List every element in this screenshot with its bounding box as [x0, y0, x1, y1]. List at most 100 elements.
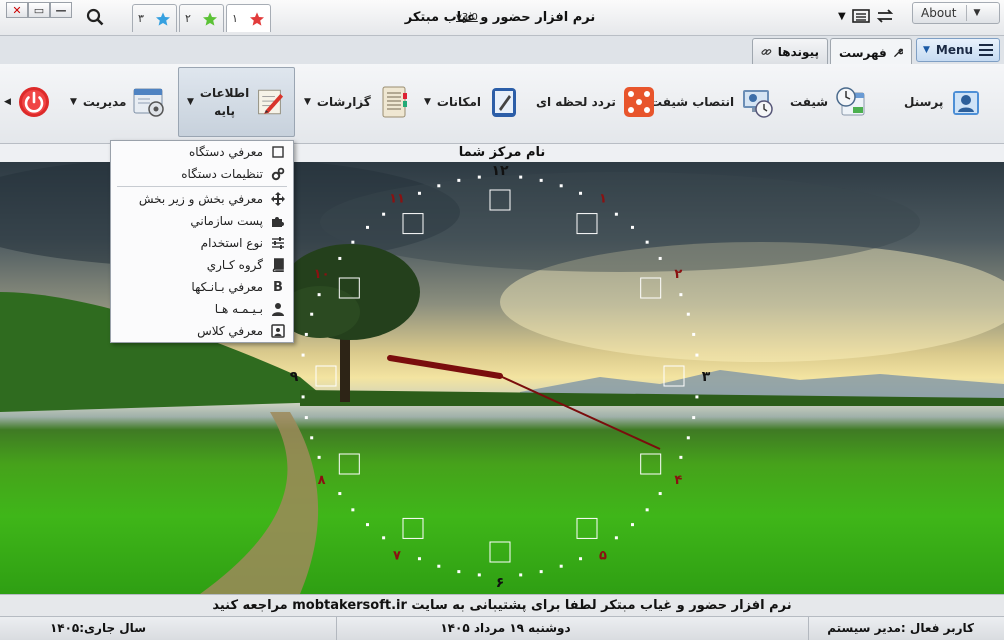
clock-numeral: ۹: [290, 369, 299, 385]
shift-button[interactable]: شیفت: [790, 64, 868, 140]
clock-numeral: ۱: [599, 192, 607, 207]
favorite-tab-number: ۱: [232, 12, 238, 25]
hour-box: [576, 517, 598, 539]
hour-box: [315, 365, 337, 387]
menu-item-class[interactable]: معرفي كلاس: [111, 320, 293, 342]
shift-label: شیفت: [790, 95, 829, 109]
minute-tick: [645, 508, 649, 512]
favorite-tab-3[interactable]: ۳: [132, 4, 177, 32]
favorite-tabs: ۳ ۲ ۱: [132, 4, 273, 32]
shift-assign-label: انتصاب شیفت: [650, 95, 735, 109]
minimize-button[interactable]: —: [50, 2, 72, 18]
about-label: About: [921, 6, 957, 20]
current-year-status: سال جاری:۱۴۰۵: [49, 621, 146, 635]
move-arrows-icon: [271, 192, 285, 206]
dice-icon: [623, 87, 654, 117]
menu-item-banks[interactable]: B معرفي بـانـكها: [111, 276, 293, 298]
close-button[interactable]: ✕: [6, 2, 28, 18]
minute-tick: [317, 455, 321, 459]
clock-numeral: ۵: [599, 548, 607, 563]
attendance-button[interactable]: تردد لحظه ای: [536, 64, 656, 140]
titlebar-tools: ▼: [838, 9, 894, 23]
tab-links-label: پیوندها: [777, 44, 819, 59]
minute-tick: [539, 178, 543, 182]
minute-tick: [539, 570, 543, 574]
link-icon: [761, 48, 772, 55]
minute-tick: [695, 395, 699, 399]
minute-tick: [457, 178, 461, 182]
menu-item-work-group[interactable]: گروه كـاري: [111, 254, 293, 276]
star-icon: [156, 11, 170, 26]
power-button[interactable]: ◀: [4, 64, 51, 140]
dropdown-caret-icon: ▼: [70, 97, 77, 107]
maximize-button[interactable]: ▭: [28, 2, 50, 18]
monitor-clock-icon: [743, 90, 773, 118]
window-controls: ✕ ▭ —: [6, 2, 72, 18]
menu-item-label: بـيـمـه هـا: [214, 302, 263, 316]
menu-item-device-settings[interactable]: تنظيمات دستگاه: [111, 163, 293, 185]
left-caret-icon[interactable]: ◀: [4, 97, 11, 107]
minute-tick: [417, 557, 421, 561]
minute-tick: [338, 492, 342, 496]
minute-tick: [579, 557, 583, 561]
window-list-icon[interactable]: [851, 9, 870, 23]
menu-item-label: معرفي دستگاه: [189, 145, 263, 159]
clock-numeral: ۴: [674, 473, 682, 488]
favorite-tab-2[interactable]: ۲: [179, 4, 224, 32]
menu-item-label: تنظيمات دستگاه: [181, 167, 263, 181]
minute-tick: [366, 523, 370, 527]
minute-tick: [338, 256, 342, 260]
favorite-tab-number: ۲: [185, 12, 191, 25]
reports-label: گزارشات: [316, 95, 371, 109]
clock-numeral: ۱۰: [314, 267, 330, 282]
menu-tabs-row: پیوندها فهرست ▼ Menu: [0, 36, 1004, 66]
minute-tick: [301, 353, 305, 357]
menu-label: Menu: [935, 43, 974, 57]
minute-tick: [317, 293, 321, 297]
minute-tick: [382, 212, 386, 216]
device-icon: [272, 146, 284, 158]
base-info-button[interactable]: اطلاعات پایه ▼: [178, 67, 295, 137]
favorite-tab-1[interactable]: ۱: [226, 4, 271, 32]
tablet-pen-icon: [492, 88, 517, 117]
search-icon[interactable]: [86, 8, 104, 26]
minute-tick: [692, 416, 696, 420]
menu-item-employment-type[interactable]: نوع استخدام: [111, 232, 293, 254]
minute-tick: [695, 353, 699, 357]
gears-icon: [271, 167, 285, 181]
favorite-tab-number: ۳: [138, 12, 144, 25]
facilities-button[interactable]: امکانات ▼: [424, 64, 521, 140]
minute-tick: [477, 573, 481, 577]
management-button[interactable]: مدیریت ▼: [70, 64, 166, 140]
status-bar: کاربر فعال :مدیر سیستم دوشنبه ۱۹ مرداد ۱…: [0, 616, 1004, 640]
menu-item-department[interactable]: معرفي بخش و زير بخش: [111, 188, 293, 210]
minute-tick: [686, 436, 690, 440]
reports-button[interactable]: گزارشات ▼: [304, 64, 411, 140]
minute-tick: [304, 416, 308, 420]
menu-item-device[interactable]: معرفي دستگاه: [111, 141, 293, 163]
minute-tick: [614, 212, 618, 216]
dirt-path: [200, 412, 319, 594]
dropdown-caret-icon[interactable]: ▼: [838, 11, 846, 22]
tab-links[interactable]: پیوندها: [752, 38, 828, 64]
swap-arrows-icon[interactable]: [876, 9, 894, 23]
menu-item-label: معرفي بـانـكها: [191, 280, 263, 294]
hour-box: [489, 541, 511, 563]
minute-tick: [351, 240, 355, 244]
star-icon: [250, 11, 264, 26]
shift-assign-button[interactable]: انتصاب شیفت: [650, 64, 774, 140]
menu-item-label: نوع استخدام: [200, 236, 263, 250]
menu-item-org-post[interactable]: پست سازماني: [111, 210, 293, 232]
hour-box: [640, 453, 662, 475]
minute-tick: [679, 293, 683, 297]
people-icon: [272, 303, 284, 316]
tab-list-label: فهرست: [839, 45, 887, 60]
chevron-down-icon[interactable]: ▼: [973, 8, 980, 18]
tab-list[interactable]: فهرست: [830, 38, 912, 66]
main-menu-button[interactable]: ▼ Menu: [916, 38, 1000, 62]
menu-item-insurance[interactable]: بـيـمـه هـا: [111, 298, 293, 320]
personnel-button[interactable]: پرسنل: [904, 64, 983, 140]
minute-tick: [417, 191, 421, 195]
about-button[interactable]: About ▼: [912, 2, 1000, 24]
minute-tick: [351, 508, 355, 512]
